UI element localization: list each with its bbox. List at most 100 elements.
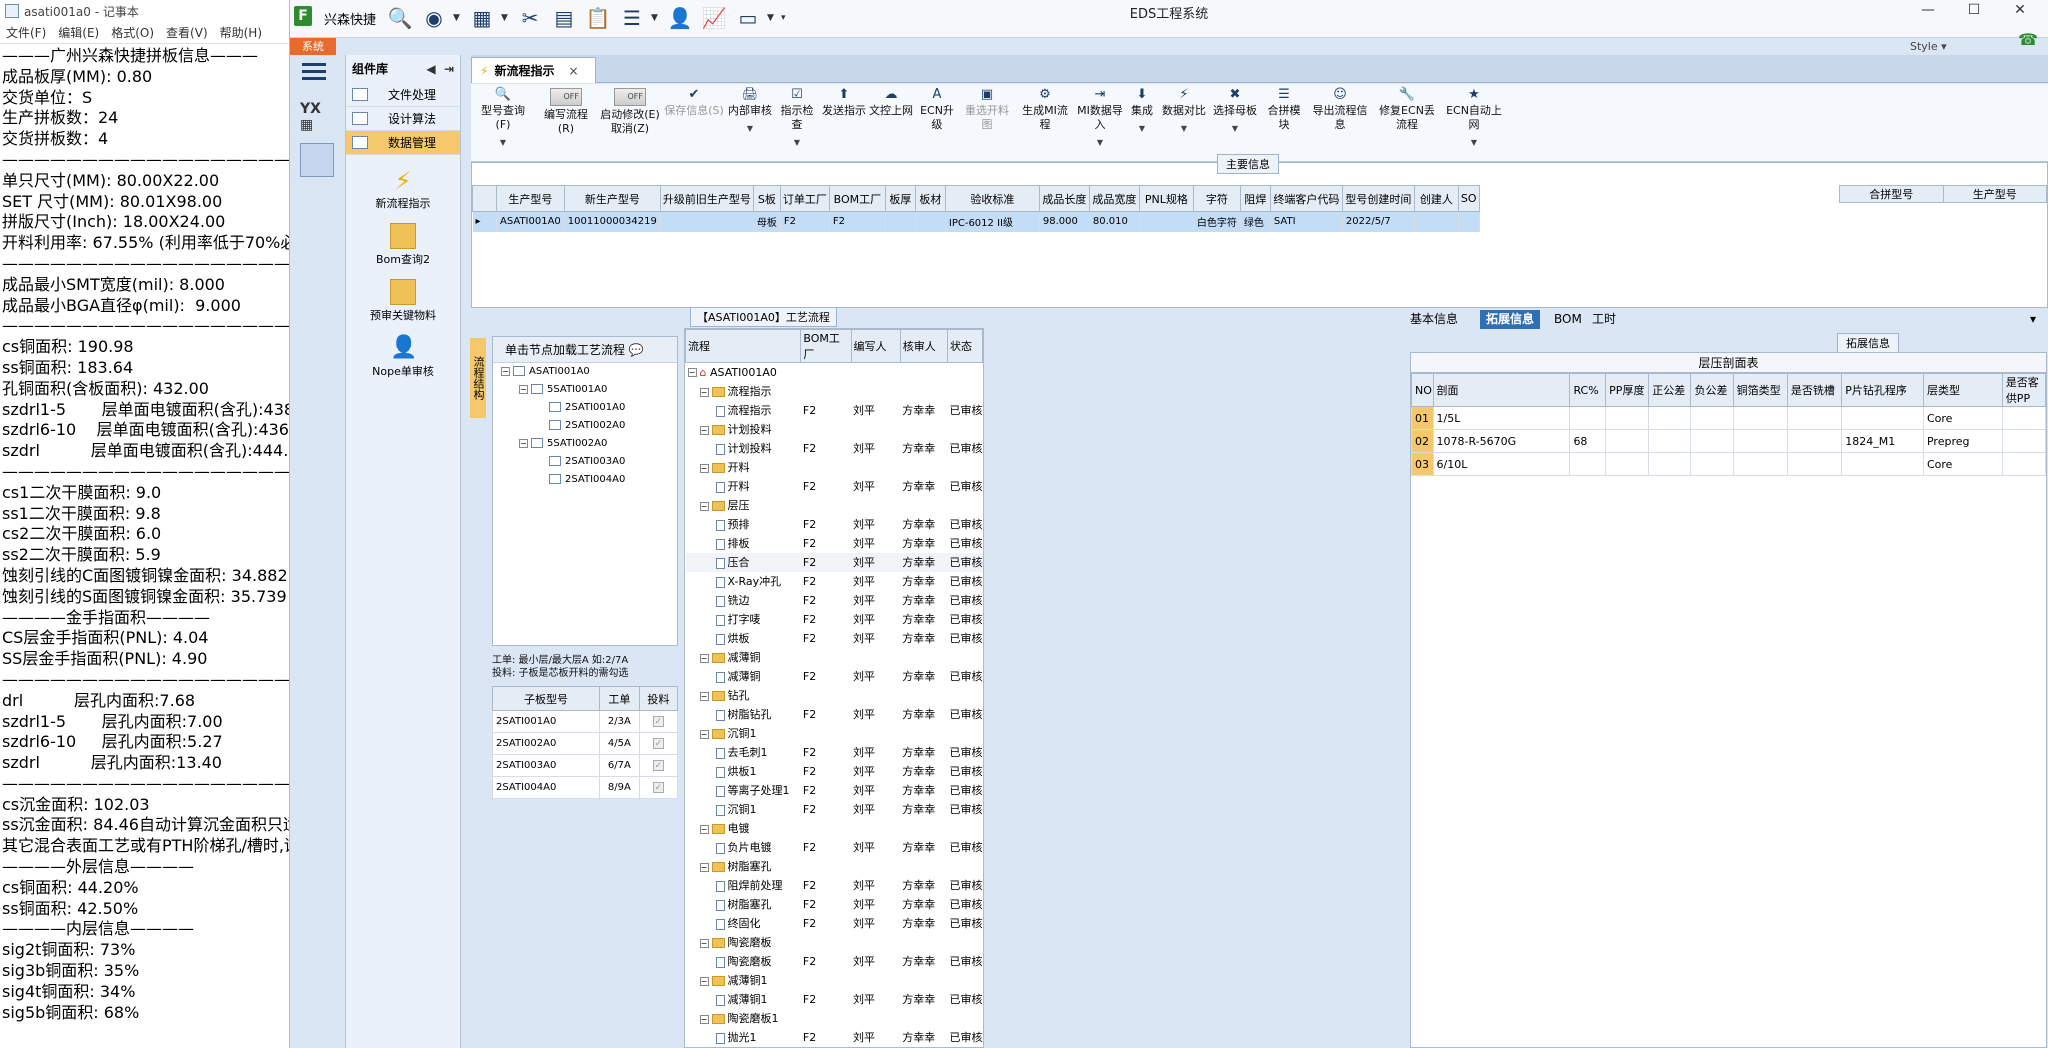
ribbon-button[interactable]: A ECN升级: [917, 88, 957, 132]
component-item-data[interactable]: 数据管理: [346, 131, 460, 155]
column-header[interactable]: 层类型: [1922, 373, 2003, 407]
table-row[interactable]: 去毛刺1 F2 刘平 方幸幸 已审核: [686, 743, 983, 762]
collapse-icon[interactable]: −: [501, 366, 510, 376]
hamburger-icon[interactable]: [302, 63, 326, 81]
column-header[interactable]: 升级前旧生产型号: [659, 185, 754, 212]
column-header[interactable]: 成品长度: [1038, 185, 1090, 212]
table-row[interactable]: 树脂钻孔 F2 刘平 方幸幸 已审核: [686, 705, 983, 724]
chevron-down-icon[interactable]: ▼: [1161, 122, 1207, 136]
tab-bom[interactable]: BOM: [1554, 310, 1582, 329]
tile-nope-review[interactable]: 👤 Nope单审核: [346, 335, 460, 379]
column-header[interactable]: 终端客户代码: [1269, 185, 1343, 212]
column-header[interactable]: BOM工厂: [828, 185, 886, 212]
table-row[interactable]: − 减薄铜1: [686, 971, 983, 990]
table-row[interactable]: 2SATI004A0 8/9A ✓: [492, 776, 679, 799]
chevron-down-icon[interactable]: ▼: [1443, 136, 1505, 150]
column-header[interactable]: S板: [752, 185, 781, 212]
checkbox[interactable]: ✓: [652, 760, 664, 771]
tree-node[interactable]: 2SATI002A0: [493, 417, 677, 435]
ribbon-button[interactable]: ✖ 选择母板 ▼: [1212, 88, 1258, 136]
checkbox[interactable]: ✓: [652, 738, 664, 749]
tab-work-hours[interactable]: 工时: [1592, 310, 1616, 329]
table-row[interactable]: 排板 F2 刘平 方幸幸 已审核: [686, 534, 983, 553]
column-header[interactable]: 型号创建时间: [1341, 185, 1415, 212]
column-header[interactable]: PNL规格: [1138, 185, 1194, 212]
table-row[interactable]: 打字唛 F2 刘平 方幸幸 已审核: [686, 610, 983, 629]
flow-structure-tab[interactable]: 流程结构: [470, 338, 486, 418]
ribbon-button[interactable]: 🔧 修复ECN丢流程: [1375, 88, 1439, 132]
ribbon-button[interactable]: ★ ECN自动上网 ▼: [1443, 88, 1505, 150]
column-header[interactable]: 工单: [598, 686, 640, 711]
column-header[interactable]: 生产型号: [1942, 185, 2047, 203]
ribbon-button[interactable]: ☺ 导出流程信息: [1309, 88, 1371, 132]
column-header[interactable]: RC%: [1569, 373, 1607, 407]
minimize-button[interactable]: —: [1910, 2, 1946, 22]
ribbon-button[interactable]: ☁ 文控上网: [869, 88, 913, 118]
table-row[interactable]: 压合 F2 刘平 方幸幸 已审核: [685, 552, 983, 572]
table-row[interactable]: − 电镀: [686, 819, 983, 838]
column-header[interactable]: 板材: [914, 185, 946, 212]
yx-module-icon[interactable]: YX ▦: [300, 101, 334, 137]
ribbon-button[interactable]: ⚙ 生成MI流程: [1017, 88, 1073, 132]
column-header[interactable]: 负公差: [1690, 373, 1734, 407]
chevron-down-icon[interactable]: ▼: [776, 136, 818, 150]
column-header[interactable]: 核审人: [899, 329, 949, 363]
table-row[interactable]: − 流程指示: [686, 382, 983, 401]
table-row[interactable]: 负片电镀 F2 刘平 方幸幸 已审核: [686, 838, 983, 857]
collapse-icon[interactable]: −: [699, 729, 709, 739]
table-row[interactable]: 01 1/5L Core: [1411, 406, 2047, 430]
column-header[interactable]: PP厚度: [1605, 373, 1650, 407]
table-row[interactable]: − 层压: [686, 496, 983, 515]
collapse-icon[interactable]: −: [699, 463, 709, 473]
tile-new-flow[interactable]: ⚡ 新流程指示: [346, 167, 460, 211]
close-button[interactable]: ✕: [2002, 2, 2038, 22]
collapse-icon[interactable]: −: [699, 976, 709, 986]
table-row[interactable]: 预排 F2 刘平 方幸幸 已审核: [686, 515, 983, 534]
column-header[interactable]: 正公差: [1648, 373, 1692, 407]
ribbon-button[interactable]: 🖨 内部审核 ▼: [727, 88, 773, 136]
table-row[interactable]: − 减薄铜: [686, 648, 983, 667]
column-header[interactable]: 铜箔类型: [1732, 373, 1788, 407]
ribbon-button[interactable]: ⬆ 发送指示: [821, 88, 867, 118]
table-row[interactable]: 烘板1 F2 刘平 方幸幸 已审核: [686, 762, 983, 781]
tree-node[interactable]: 2SATI003A0: [493, 453, 677, 471]
tab-basic-info[interactable]: 基本信息: [1410, 310, 1458, 329]
table-row[interactable]: 沉铜1 F2 刘平 方幸幸 已审核: [686, 800, 983, 819]
tile-key-material[interactable]: 预审关键物料: [346, 279, 460, 323]
table-row[interactable]: ▸ ASATI001A0 10011000034219 母板 F2 F2 IPC-6012 …: [472, 211, 1480, 232]
table-row[interactable]: − 树脂塞孔: [686, 857, 983, 876]
maximize-button[interactable]: ☐: [1956, 2, 1992, 22]
chevron-down-icon[interactable]: ▼: [1077, 136, 1123, 150]
column-header[interactable]: 阻焊: [1239, 185, 1271, 212]
table-row[interactable]: 03 6/10L Core: [1411, 452, 2047, 476]
column-header[interactable]: 编写人: [850, 329, 901, 363]
column-header[interactable]: 成品宽度: [1088, 185, 1140, 212]
ribbon-button[interactable]: ☰ 合拼模块: [1263, 88, 1305, 132]
table-row[interactable]: 减薄铜1 F2 刘平 方幸幸 已审核: [686, 990, 983, 1009]
table-row[interactable]: − 陶瓷磨板1: [686, 1009, 983, 1028]
table-row[interactable]: − 开料: [686, 458, 983, 477]
style-dropdown[interactable]: Style ▾: [1910, 40, 1947, 53]
tree-node[interactable]: − 5SATI001A0: [493, 381, 677, 399]
table-row[interactable]: 开料 F2 刘平 方幸幸 已审核: [686, 477, 983, 496]
collapse-icon[interactable]: −: [687, 368, 697, 378]
column-header[interactable]: 流程: [684, 329, 802, 363]
ribbon-button[interactable]: ☑ 指示检查 ▼: [776, 88, 818, 150]
tile-bom-query[interactable]: Bom查询2: [346, 223, 460, 267]
table-row[interactable]: 抛光1 F2 刘平 方幸幸 已审核: [686, 1028, 983, 1047]
menu-help[interactable]: 帮助(H): [214, 24, 268, 41]
column-header[interactable]: 生产型号: [496, 185, 565, 212]
tree-node[interactable]: 2SATI001A0: [493, 399, 677, 417]
menu-format[interactable]: 格式(O): [105, 24, 160, 41]
column-header[interactable]: 新生产型号: [563, 185, 661, 212]
column-header[interactable]: 订单工厂: [779, 185, 830, 212]
chevron-down-icon[interactable]: ▼: [1127, 122, 1157, 136]
chevron-down-icon[interactable]: ▼: [727, 122, 773, 136]
table-row[interactable]: 流程指示 F2 刘平 方幸幸 已审核: [686, 401, 983, 420]
panel-collapse-icon[interactable]: ◀ ⇥: [426, 55, 454, 83]
table-row[interactable]: − 钻孔: [686, 686, 983, 705]
checkbox[interactable]: ✓: [652, 782, 664, 793]
table-row[interactable]: − 计划投料: [686, 420, 983, 439]
ribbon-button[interactable]: ⇥ MI数据导入 ▼: [1077, 88, 1123, 150]
tree-node[interactable]: − ASATI001A0: [493, 363, 677, 381]
